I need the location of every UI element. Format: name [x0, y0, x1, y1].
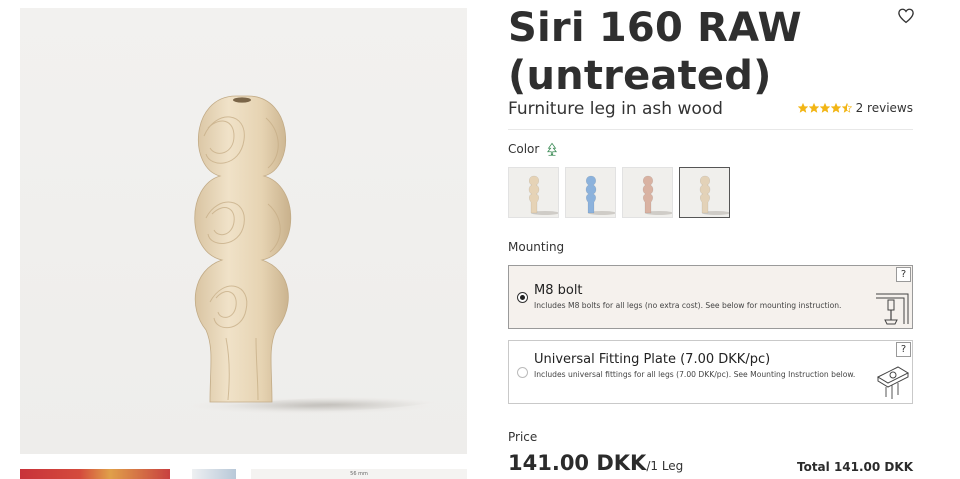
price-amount: 141.00 DKK	[508, 451, 647, 475]
product-subtitle: Furniture leg in ash wood	[508, 99, 723, 119]
product-title-line-2: (untreated)	[508, 53, 772, 99]
color-swatch-rose[interactable]	[622, 167, 673, 218]
star-icon	[819, 103, 830, 113]
m8-bolt-mounting-icon	[876, 293, 909, 325]
option-title: M8 bolt	[534, 283, 583, 298]
price-unit: /1 Leg	[646, 459, 684, 473]
thumbnail-strip: 56 mm	[20, 469, 467, 479]
rating-summary[interactable]: 2 reviews	[797, 101, 913, 115]
color-label-text: Color	[508, 142, 540, 156]
color-swatch-raw-untreated[interactable]	[679, 167, 730, 218]
swatch-leg-thumbnail	[699, 175, 729, 215]
option-title: Universal Fitting Plate (7.00 DKK/pc)	[534, 352, 771, 367]
product-title-line-1: Siri 160 RAW	[508, 5, 802, 51]
star-icon	[830, 103, 841, 113]
star-icon	[841, 103, 852, 113]
color-section-label: Color	[508, 142, 559, 156]
star-icon	[808, 103, 819, 113]
swatch-leg-thumbnail	[585, 175, 615, 215]
heart-icon[interactable]	[897, 7, 915, 25]
thumbnail-3[interactable]: 56 mm	[251, 469, 467, 479]
fitting-plate-mounting-icon	[876, 366, 910, 399]
option-description: Includes universal fittings for all legs…	[534, 370, 856, 379]
fsc-tree-icon	[547, 142, 558, 156]
color-swatch-blue[interactable]	[565, 167, 616, 218]
swatch-leg-thumbnail	[528, 175, 558, 215]
swatch-leg-thumbnail	[642, 175, 672, 215]
help-button[interactable]: ?	[896, 267, 911, 282]
radio-universal-plate[interactable]	[517, 367, 528, 378]
furniture-leg-illustration	[190, 95, 440, 414]
mounting-section-label: Mounting	[508, 240, 565, 254]
star-rating	[797, 103, 852, 113]
mounting-option-universal-plate[interactable]: Universal Fitting Plate (7.00 DKK/pc) In…	[508, 340, 913, 404]
divider	[508, 129, 913, 130]
unit-price: 141.00 DKK/1 Leg	[508, 451, 683, 475]
star-icon	[797, 103, 808, 113]
mounting-option-m8-bolt[interactable]: M8 bolt Includes M8 bolts for all legs (…	[508, 265, 913, 329]
total-price: Total 141.00 DKK	[796, 460, 913, 474]
option-description: Includes M8 bolts for all legs (no extra…	[534, 301, 842, 310]
color-swatches	[508, 167, 730, 218]
color-swatch-raw-ash[interactable]	[508, 167, 559, 218]
price-label: Price	[508, 430, 538, 444]
radio-m8-bolt[interactable]	[517, 292, 528, 303]
product-main-image[interactable]	[20, 8, 467, 454]
help-button[interactable]: ?	[896, 342, 911, 357]
thumbnail-1[interactable]	[20, 469, 170, 479]
thumbnail-2[interactable]	[192, 469, 236, 479]
product-title: Siri 160 RAW (untreated)	[508, 4, 888, 100]
dimension-caption: 56 mm	[350, 471, 368, 477]
reviews-link[interactable]: 2 reviews	[856, 101, 913, 115]
